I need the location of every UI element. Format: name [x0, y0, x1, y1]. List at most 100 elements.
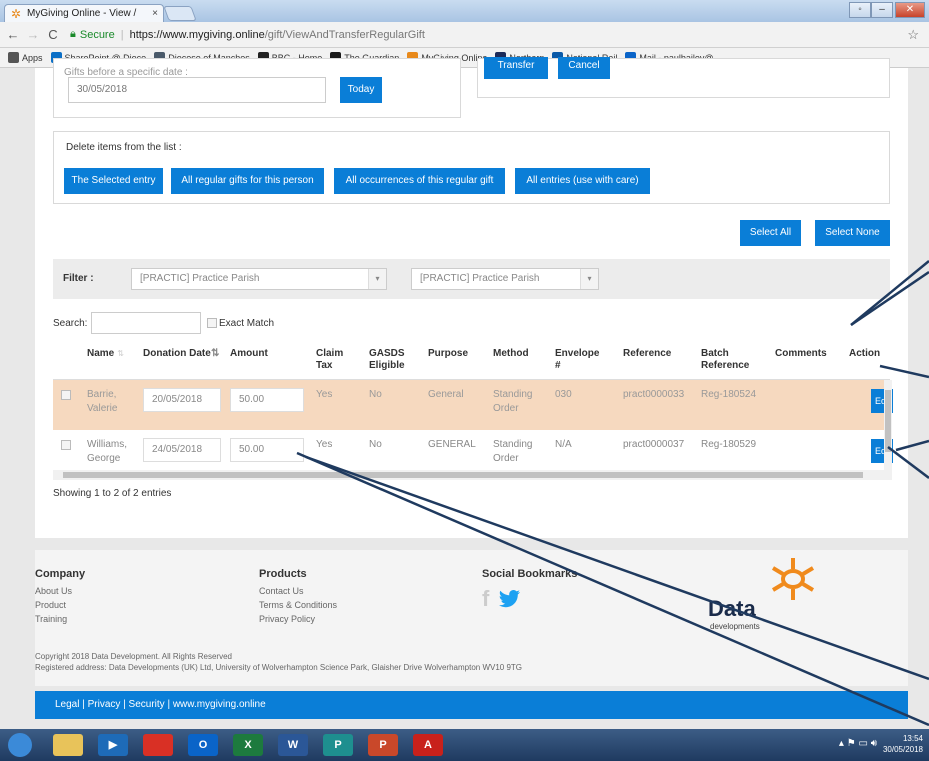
cell-name: Williams, George [87, 439, 127, 464]
cell-reference: pract0000037 [623, 439, 685, 450]
header-envelope[interactable]: Envelope # [555, 348, 601, 372]
filter-select-2[interactable]: [PRACTIC] Practice Parish ▾ [411, 268, 599, 290]
tab-title: MyGiving Online - View / [27, 8, 137, 19]
about-us-link[interactable]: About Us [35, 586, 72, 596]
filter-label: Filter : [63, 273, 94, 284]
publisher-icon[interactable]: P [323, 734, 353, 756]
chevron-down-icon: ▾ [580, 269, 598, 289]
file-explorer-icon[interactable] [53, 734, 83, 756]
close-window-icon[interactable]: ✕ [895, 2, 925, 18]
site-footer: Company About Us Product Training Produc… [35, 550, 908, 686]
minimize-icon[interactable]: – [871, 2, 893, 18]
facebook-icon[interactable]: f [482, 586, 489, 612]
cell-gasds: No [369, 439, 382, 450]
table-vertical-scrollbar[interactable] [884, 380, 892, 480]
logo-subtext: developments [710, 622, 760, 631]
header-claim-tax[interactable]: Claim Tax [316, 348, 356, 372]
excel-icon[interactable]: X [233, 734, 263, 756]
reload-icon[interactable]: C [46, 27, 60, 42]
search-input[interactable] [91, 312, 201, 334]
bookmark-star-icon[interactable]: ☆ [907, 27, 919, 43]
table-horizontal-scrollbar[interactable] [53, 470, 892, 480]
url-field[interactable]: 🔒︎ Secure | https://www.mygiving.online … [70, 28, 425, 41]
mygiving-favicon-icon: ✲ [11, 6, 22, 21]
header-batch-reference[interactable]: Batch Reference [701, 348, 749, 372]
twitter-icon[interactable] [499, 590, 521, 608]
outlook-icon[interactable]: O [188, 734, 218, 756]
product-link[interactable]: Product [35, 600, 66, 610]
table-info: Showing 1 to 2 of 2 entries [53, 488, 172, 499]
select-all-button[interactable]: Select All [740, 220, 801, 246]
registered-address: Registered address: Data Developments (U… [35, 663, 523, 672]
main-content: Gifts before a specific date : 30/05/201… [35, 57, 908, 538]
media-player-icon[interactable]: ▶ [98, 734, 128, 756]
cell-date[interactable]: 24/05/2018 [143, 438, 221, 462]
table-header: Name ⇅ Donation Date ⇅ Amount Claim Tax G… [53, 340, 890, 380]
header-name[interactable]: Name ⇅ [87, 348, 124, 360]
cell-name: Barrie, Valerie [87, 389, 118, 414]
start-orb-icon[interactable] [8, 733, 32, 757]
header-purpose[interactable]: Purpose [428, 348, 468, 360]
cell-batch: Reg-180524 [701, 389, 757, 400]
acrobat-icon[interactable]: A [413, 734, 443, 756]
header-gasds[interactable]: GASDS Eligible [369, 348, 417, 372]
header-donation-date[interactable]: Donation Date [143, 348, 213, 360]
cancel-button[interactable]: Cancel [558, 57, 610, 79]
url-host: https://www.mygiving.online [129, 28, 265, 41]
cell-reference: pract0000033 [623, 389, 685, 400]
row-checkbox[interactable] [61, 440, 71, 450]
clock-time: 13:54 [902, 734, 923, 743]
clock-date: 30/05/2018 [882, 745, 923, 754]
header-method[interactable]: Method [493, 348, 529, 360]
logo-text: Data [708, 596, 756, 621]
today-button[interactable]: Today [340, 77, 382, 103]
delete-selected-button[interactable]: The Selected entry [64, 168, 163, 194]
cell-method: Standing Order [493, 389, 533, 414]
privacy-policy-link[interactable]: Privacy Policy [259, 614, 315, 624]
bookmark-item[interactable]: Apps [8, 52, 43, 63]
chrome-icon[interactable] [143, 734, 173, 756]
new-tab-button[interactable] [163, 6, 197, 21]
powerpoint-icon[interactable]: P [368, 734, 398, 756]
cell-claim_tax: Yes [316, 439, 333, 450]
delete-all-button[interactable]: All entries (use with care) [515, 168, 650, 194]
cell-amount[interactable]: 50.00 [230, 438, 304, 462]
cell-envelope: 030 [555, 389, 572, 400]
delete-occurrences-button[interactable]: All occurrences of this regular gift [334, 168, 505, 194]
word-icon[interactable]: W [278, 734, 308, 756]
system-tray[interactable]: 13:54 30/05/2018 [883, 733, 923, 755]
social-heading: Social Bookmarks [482, 568, 578, 580]
forward-icon[interactable]: → [26, 27, 40, 42]
chevron-down-icon: ▾ [368, 269, 386, 289]
table-row[interactable]: Barrie, Valerie 20/05/2018 50.00 Yes No Gener… [53, 380, 893, 430]
tray-icons[interactable]: ▴ ⚑ ▭ 🔊︎ [839, 738, 877, 749]
tab-close-icon[interactable]: × [152, 8, 158, 19]
exact-match-checkbox[interactable] [207, 318, 217, 328]
select-none-button[interactable]: Select None [815, 220, 890, 246]
sort-icon: ⇅ [117, 349, 124, 358]
transfer-button[interactable]: Transfer [484, 57, 548, 79]
user-icon[interactable]: ◦ [849, 2, 871, 18]
header-reference[interactable]: Reference [623, 348, 671, 360]
search-label: Search: [53, 318, 88, 329]
filter-select-1[interactable]: [PRACTIC] Practice Parish ▾ [131, 268, 387, 290]
cell-amount[interactable]: 50.00 [230, 388, 304, 412]
back-icon[interactable]: ← [6, 27, 20, 42]
contact-us-link[interactable]: Contact Us [259, 586, 304, 596]
header-amount[interactable]: Amount [230, 348, 268, 360]
terms-link[interactable]: Terms & Conditions [259, 600, 337, 610]
legal-bar[interactable]: Legal | Privacy | Security | www.mygivin… [35, 691, 908, 719]
url-path: /gift/ViewAndTransferRegularGift [264, 28, 425, 41]
row-checkbox[interactable] [61, 390, 71, 400]
header-comments[interactable]: Comments [775, 348, 827, 360]
secure-label: Secure [79, 28, 115, 41]
delete-panel: Delete items from the list : The Selecte… [53, 131, 890, 204]
browser-tab[interactable]: ✲ MyGiving Online - View / × [4, 4, 164, 22]
sort-active-icon: ⇅ [211, 348, 220, 359]
transfer-panel: Transfer Cancel [477, 57, 890, 98]
delete-person-gifts-button[interactable]: All regular gifts for this person [171, 168, 324, 194]
date-input[interactable]: 30/05/2018 [68, 77, 326, 103]
cell-date[interactable]: 20/05/2018 [143, 388, 221, 412]
training-link[interactable]: Training [35, 614, 67, 624]
header-action: Action [849, 348, 881, 359]
